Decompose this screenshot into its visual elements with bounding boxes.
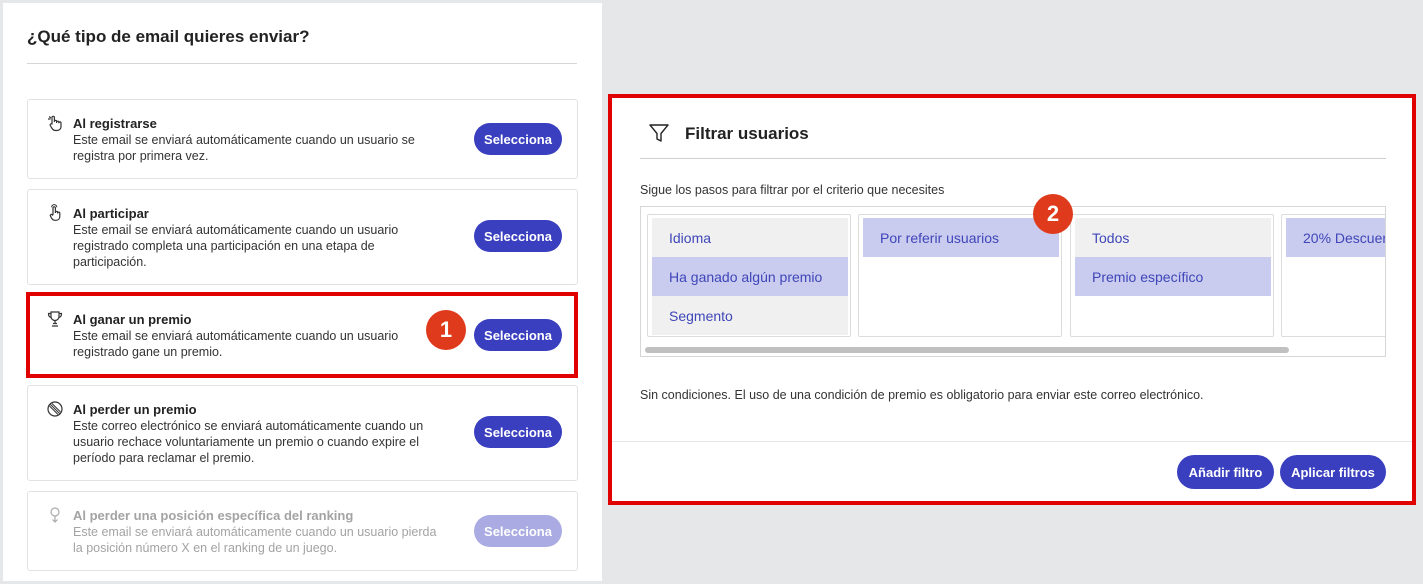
card-description: Este email se enviará automáticamente cu… (73, 133, 415, 163)
filter-instructions: Sigue los pasos para filtrar por el crit… (640, 183, 945, 197)
filter-option-por-referir[interactable]: Por referir usuarios (863, 218, 1059, 257)
filter-title: Filtrar usuarios (685, 124, 809, 143)
email-type-card-lose-ranking: Al perder una posición específica del ra… (27, 491, 578, 571)
step-badge-1: 1 (426, 310, 466, 350)
filter-option-ha-ganado[interactable]: Ha ganado algún premio (652, 257, 848, 296)
filter-icon (649, 124, 669, 142)
filter-option-idioma[interactable]: Idioma (652, 218, 848, 257)
card-description: Este correo electrónico se enviará autom… (73, 419, 424, 465)
filter-option-descuento[interactable]: 20% Descuento (1286, 218, 1385, 257)
add-filter-button[interactable]: Añadir filtro (1177, 455, 1274, 489)
step-badge-2: 2 (1033, 194, 1073, 234)
card-title: Al participar (73, 206, 149, 221)
card-description: Este email se enviará automáticamente cu… (73, 525, 437, 555)
filter-steps-scroller: Idioma Ha ganado algún premio Segmento P… (640, 206, 1386, 357)
filter-step-column: Por referir usuarios (858, 214, 1062, 337)
filter-option-segmento[interactable]: Segmento (652, 296, 848, 335)
filter-step-column: Idioma Ha ganado algún premio Segmento (647, 214, 851, 337)
highlight-box-1 (26, 292, 578, 378)
filter-step-column: 20% Descuento (1281, 214, 1385, 337)
title-divider (27, 63, 577, 64)
select-button-lose-ranking[interactable]: Selecciona (474, 515, 562, 547)
filter-option-premio-especifico[interactable]: Premio específico (1075, 257, 1271, 296)
card-title: Al perder un premio (73, 402, 197, 417)
footer-divider (612, 441, 1412, 442)
finger-tap-icon (49, 204, 61, 221)
hand-pointer-icon (48, 115, 62, 132)
email-type-card-register: Al registrarse Este email se enviará aut… (27, 99, 578, 179)
select-button-participate[interactable]: Selecciona (474, 220, 562, 252)
email-type-card-lose-prize: Al perder un premio Este correo electrón… (27, 385, 578, 481)
page-title: ¿Qué tipo de email quieres enviar? (27, 27, 310, 46)
filter-divider (640, 158, 1386, 159)
filter-note: Sin condiciones. El uso de una condición… (640, 388, 1204, 402)
prohibited-icon (47, 401, 63, 417)
filter-step-column: Todos Premio específico (1070, 214, 1274, 337)
select-button-register[interactable]: Selecciona (474, 123, 562, 155)
horizontal-scrollbar[interactable] (645, 347, 1289, 353)
card-title: Al perder una posición específica del ra… (73, 508, 354, 523)
select-button-lose-prize[interactable]: Selecciona (474, 416, 562, 448)
filter-users-panel: Filtrar usuarios Sigue los pasos para fi… (608, 94, 1416, 505)
card-description: Este email se enviará automáticamente cu… (73, 223, 399, 269)
card-title: Al registrarse (73, 116, 157, 131)
ranking-down-icon (50, 507, 60, 523)
apply-filters-button[interactable]: Aplicar filtros (1280, 455, 1386, 489)
email-type-card-participate: Al participar Este email se enviará auto… (27, 189, 578, 285)
filter-option-todos[interactable]: Todos (1075, 218, 1271, 257)
